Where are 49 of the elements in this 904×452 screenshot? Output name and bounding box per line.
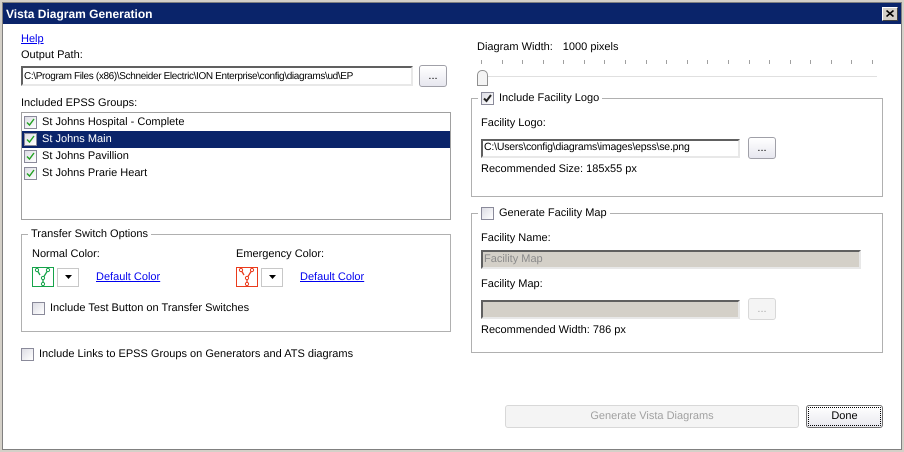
facility-map-field[interactable] [481, 300, 740, 318]
facility-name-label: Facility Name: [481, 231, 552, 245]
test-button-checkbox[interactable] [32, 302, 45, 315]
output-path-label: Output Path: [21, 48, 84, 62]
facility-map-label: Facility Map: [481, 277, 544, 291]
group-checkbox[interactable] [24, 133, 37, 146]
window-title: Vista Diagram Generation [6, 6, 152, 22]
close-icon [886, 10, 894, 17]
logo-size-note: Recommended Size: 185x55 px [481, 162, 638, 176]
color-label: Emergency Color: [236, 247, 326, 261]
done-button[interactable]: Done [806, 405, 883, 428]
browse-button[interactable]: ... [748, 137, 776, 159]
color-dropdown[interactable] [261, 268, 283, 286]
group-item[interactable]: St Johns Prarie Heart [22, 165, 450, 182]
close-button[interactable] [882, 6, 898, 20]
map-width-note: Recommended Width: 786 px [481, 323, 627, 337]
facility-logo-title: Include Facility Logo [499, 91, 600, 105]
facility-name-field: Facility Map [481, 250, 861, 269]
groups-label: Included EPSS Groups: [21, 96, 138, 110]
color-label: Normal Color: [32, 247, 101, 261]
browse-button[interactable]: ... [419, 65, 447, 87]
help-link[interactable]: Help [21, 32, 44, 46]
test-button-label: Include Test Button on Transfer Switches [50, 301, 250, 316]
facility-map-title: Generate Facility Map [499, 206, 607, 220]
facility-logo-field[interactable]: C:\Users\config\diagrams\images\epss\se.png [481, 138, 740, 158]
diagram-width-reading: 1000 pixels [562, 40, 618, 54]
caret-icon [64, 275, 72, 279]
caret-icon [268, 275, 276, 279]
group-title: Transfer Switch Options [28, 227, 151, 241]
facility-logo-label: Facility Logo: [481, 116, 547, 130]
slider-thumb[interactable] [477, 70, 488, 86]
group-checkbox[interactable] [24, 167, 37, 180]
group-item[interactable]: St Johns Main [22, 131, 450, 148]
default-color-link[interactable]: Default Color [96, 268, 160, 286]
default-color-link[interactable]: Default Color [300, 268, 364, 286]
include-links-label: Include Links to EPSS Groups on Generators and ATS diagrams [39, 347, 354, 362]
include-links-checkbox[interactable] [21, 348, 34, 361]
group-item[interactable]: St Johns Hospital - Complete [22, 114, 450, 131]
output-path-field[interactable]: C:\Program Files (x86)\Schneider Electric\ION Enterprise\config\diagrams\ud\EP [21, 66, 413, 86]
group-item[interactable]: St Johns Pavillion [22, 148, 450, 165]
diagram-width-slider[interactable] [477, 60, 877, 88]
group-checkbox[interactable] [24, 116, 37, 129]
facility-map-checkbox[interactable] [481, 206, 494, 220]
group-checkbox[interactable] [24, 150, 37, 163]
transfer-switch-icon [236, 267, 258, 287]
facility-logo-checkbox[interactable] [481, 92, 494, 104]
color-dropdown[interactable] [57, 268, 79, 286]
diagram-width-label: Diagram Width: [477, 40, 553, 54]
transfer-switch-icon [32, 267, 54, 287]
